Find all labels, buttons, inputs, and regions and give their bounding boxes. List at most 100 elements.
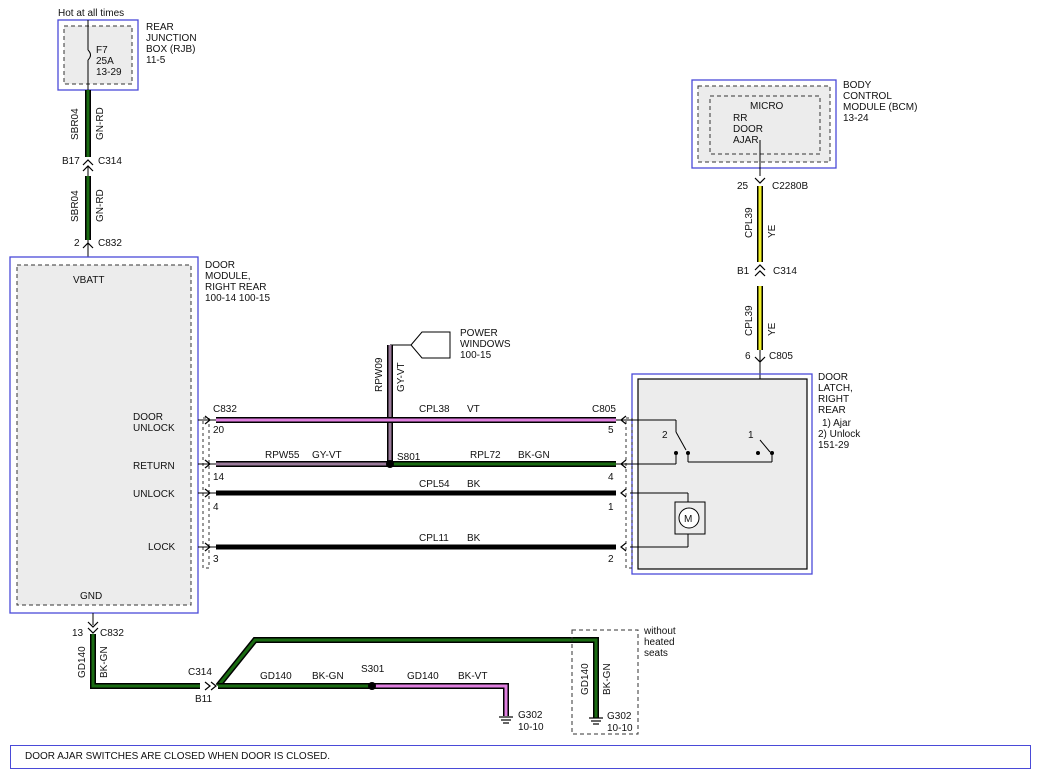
pin-label: 2 — [608, 554, 614, 565]
option-note: seats — [644, 648, 668, 659]
connector-icon — [754, 264, 766, 271]
module-page: 100-14 100-15 — [205, 293, 270, 304]
ground-label: G302 — [607, 711, 632, 722]
wire-color: YE — [767, 224, 778, 238]
wire-code: RPL72 — [470, 450, 501, 461]
connector-icon — [204, 681, 211, 691]
pin-label: 3 — [213, 554, 219, 565]
wire-sbr04: SBR04 GN-RD B17 C314 SBR04 GN-RD 2 C832 — [62, 90, 122, 257]
wire-gd140: 13 C832 GD140 BK-GN C314 B11 GD140 BK-GN… — [72, 613, 599, 718]
wire-cpl11: 3 CPL11 BK 2 — [198, 533, 616, 565]
latch-name: REAR — [818, 405, 846, 416]
pw-name: POWER — [460, 328, 498, 339]
rjb-name: REAR — [146, 22, 174, 33]
ground-label: G302 — [518, 710, 543, 721]
wire-code: GD140 — [77, 646, 88, 678]
pw-name: WINDOWS — [460, 339, 511, 350]
rjb-name: BOX (RJB) — [146, 44, 195, 55]
latch-name: LATCH, — [818, 383, 853, 394]
fuse-amp: 25A — [96, 56, 114, 67]
wire-color: GY-VT — [396, 362, 407, 392]
wire-color: BK-GN — [312, 671, 344, 682]
door-latch: 2 1 M DOOR LATCH, RIGHT REAR 1) Ajar 2) … — [625, 372, 861, 575]
wire-color: VT — [467, 404, 480, 415]
latch-page: 151-29 — [818, 440, 850, 451]
wire-code: CPL11 — [419, 533, 449, 544]
splice-icon — [386, 460, 394, 468]
wire-color: BK-VT — [458, 671, 487, 682]
ground-page: 10-10 — [518, 722, 544, 733]
latch-option: 2) Unlock — [818, 429, 861, 440]
switch-label: 1 — [748, 430, 754, 441]
latch-name: DOOR — [818, 372, 848, 383]
bcm-input: AJAR — [733, 135, 759, 146]
bcm-name: CONTROL — [843, 91, 892, 102]
wire-color: YE — [767, 322, 778, 336]
connector-label: C832 — [100, 628, 124, 639]
module-name: RIGHT REAR — [205, 282, 267, 293]
wire-code: SBR04 — [70, 190, 81, 222]
pin-label: 2 — [74, 238, 80, 249]
rjb-name: JUNCTION — [146, 33, 197, 44]
pw-page: 100-15 — [460, 350, 492, 361]
footnote: DOOR AJAR SWITCHES ARE CLOSED WHEN DOOR … — [10, 745, 1031, 769]
switch-label: 2 — [662, 430, 668, 441]
body-control-module: MICRO RR DOOR AJAR BODY CONTROL MODULE (… — [691, 79, 917, 169]
latch-name: RIGHT — [818, 394, 849, 405]
pin-name: UNLOCK — [133, 423, 175, 434]
connector-label: C314 — [773, 266, 797, 277]
connector-label: C2280B — [772, 181, 808, 192]
rjb-page: 11-5 — [146, 55, 166, 66]
wire-code: SBR04 — [70, 108, 81, 140]
wire-color: BK-GN — [99, 646, 110, 678]
connector-label: C805 — [592, 404, 616, 415]
wire-code: CPL39 — [744, 207, 755, 238]
power-windows-ref: POWER WINDOWS 100-15 RPW09 GY-VT — [374, 328, 511, 464]
wire-code: CPL38 — [419, 404, 450, 415]
pin-name: DOOR — [133, 412, 163, 423]
bcm-input: DOOR — [733, 124, 763, 135]
bcm-micro: MICRO — [750, 101, 784, 112]
connector-chevrons — [204, 415, 627, 552]
pin-label: 14 — [213, 472, 225, 483]
bcm-input: RR — [733, 113, 747, 124]
pin-label: 4 — [608, 472, 614, 483]
wiring-diagram: Hot at all times F7 25A 13-29 REAR JUNCT… — [9, 8, 917, 735]
connector-icon — [82, 159, 94, 166]
connector-label: C314 — [98, 156, 122, 167]
pin-label: B11 — [195, 694, 212, 705]
option-note: heated — [644, 637, 675, 648]
bcm-page: 13-24 — [843, 113, 869, 124]
wire-cpl54: 4 CPL54 BK 1 — [198, 479, 616, 513]
latch-option: 1) Ajar — [822, 418, 852, 429]
wire-code: GD140 — [407, 671, 439, 682]
motor-label: M — [684, 514, 692, 525]
connector-label: C805 — [769, 351, 793, 362]
door-module: VBATT DOOR UNLOCK RETURN UNLOCK LOCK GND… — [9, 256, 270, 614]
wire-color: GY-VT — [312, 450, 342, 461]
wire-code: RPW09 — [374, 357, 385, 392]
splice-label: S801 — [397, 452, 421, 463]
wire-color: BK-GN — [602, 663, 613, 695]
pin-label: 5 — [608, 425, 614, 436]
rear-junction-box: Hot at all times F7 25A 13-29 REAR JUNCT… — [57, 8, 197, 91]
connector-label: C832 — [98, 238, 122, 249]
wire-code: CPL54 — [419, 479, 450, 490]
wire-cpl38: C832 20 CPL38 VT C805 5 — [198, 404, 630, 436]
wire-color: BK — [467, 533, 481, 544]
pin-label: 6 — [745, 351, 751, 362]
wire-color: GN-RD — [95, 107, 106, 140]
fuse-label: F7 — [96, 45, 108, 56]
vbatt-label: VBATT — [73, 275, 104, 286]
splice-label: S301 — [361, 664, 385, 675]
pin-name: RETURN — [133, 461, 175, 472]
pin-label: B1 — [737, 266, 750, 277]
pin-label: 20 — [213, 425, 225, 436]
option-note: without — [643, 626, 676, 637]
wire-code: CPL39 — [744, 305, 755, 336]
wire-code: GD140 — [260, 671, 292, 682]
wire-color: BK — [467, 479, 481, 490]
switch-icon — [756, 451, 760, 455]
pin-name: LOCK — [148, 542, 176, 553]
splice-icon — [368, 682, 376, 690]
